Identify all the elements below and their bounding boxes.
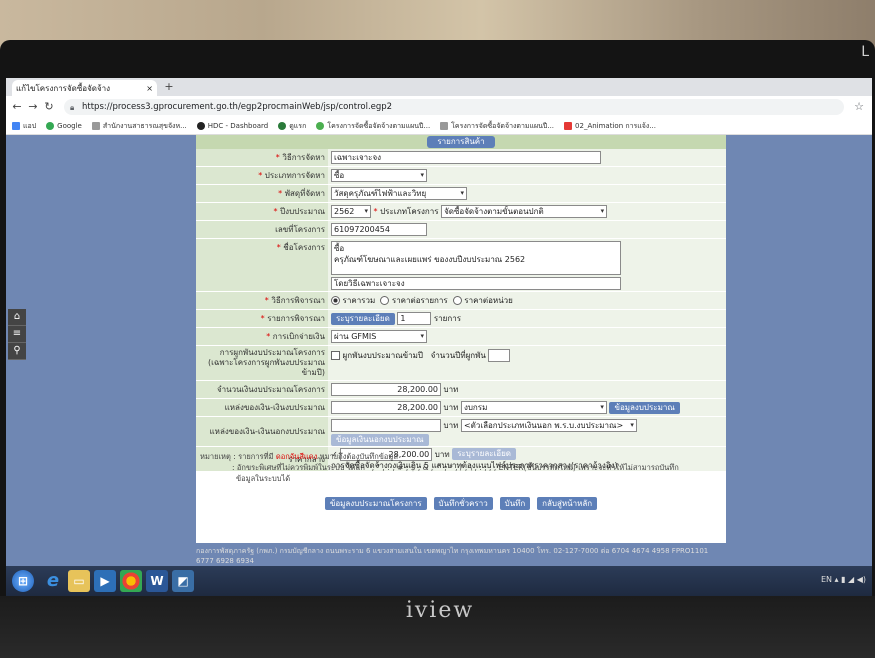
bookmark-animation[interactable]: 02_Animation การแจ้ง... — [564, 121, 656, 132]
source-select[interactable]: งบกรม — [460, 401, 607, 414]
screen: แก้ไขโครงการจัดซื้อจัดจ้าง × + ← → ↻ htt… — [6, 78, 872, 596]
new-tab-icon[interactable]: + — [162, 81, 176, 93]
form-header: รายการสินค้า — [196, 135, 726, 149]
youtube-icon — [564, 122, 573, 130]
consider-item-radio[interactable] — [380, 296, 390, 305]
word-icon[interactable]: W — [146, 570, 168, 592]
project-method-textarea[interactable]: โดยวิธีเฉพาะเจาะจง — [331, 276, 621, 290]
forward-arrow-icon[interactable]: → — [26, 100, 40, 114]
system-tray: EN ▴ ▮ ◢ ◀) — [820, 575, 866, 584]
row-disburse: * การเบิกจ่ายเงิน ผ่าน GFMIS — [196, 327, 726, 346]
source-amount-field[interactable]: 28,200.00 — [331, 401, 441, 414]
offbudget-amount-field[interactable] — [331, 419, 441, 432]
bookmark-health-office[interactable]: สำนักงานสาธารณสุขจังห... — [91, 121, 187, 132]
window-icon[interactable]: ◩ — [172, 570, 194, 592]
bookmark-google[interactable]: Google — [46, 122, 82, 130]
hdc-icon — [196, 122, 205, 130]
bookmark-plan-1[interactable]: โครงการจัดซื้อจัดจ้างตามแผนปี... — [316, 121, 430, 132]
offbudget-select[interactable]: <ตัวเลือกประเภทเงินนอก พ.ร.บ.งบประมาณ> — [460, 419, 637, 432]
back-arrow-icon[interactable]: ← — [10, 100, 24, 114]
page-icon — [91, 122, 100, 130]
start-button-icon[interactable]: ⊞ — [12, 570, 34, 592]
bookmarks-bar: แอป Google สำนักงานสาธารณสุขจังห... HDC … — [6, 118, 872, 135]
address-bar[interactable]: https://process3.gprocurement.go.th/egp2… — [64, 99, 844, 115]
menu-icon[interactable]: ≡ — [8, 326, 26, 343]
project-type-select[interactable]: จัดซื้อจัดจ้างตามขั้นตอนปกติ — [441, 205, 608, 218]
bookmark-first[interactable]: ดูแรก — [278, 121, 306, 132]
bookmark-plan-2[interactable]: โครงการจัดซื้อจัดจ้างตามแผนปี... — [440, 121, 554, 132]
save-button[interactable]: บันทึก — [499, 497, 531, 510]
project-form: รายการสินค้า * วิธีการจัดหา เฉพาะเจาะจง … — [196, 135, 726, 543]
page-footer: กองการพัสดุภาครัฐ (กพภ.) กรมบัญชีกลาง ถน… — [196, 547, 709, 565]
taskbar: ⊞ e ▭ ▶ W ◩ EN ▴ ▮ ◢ ◀) — [6, 566, 872, 596]
product-list-button[interactable]: รายการสินค้า — [427, 136, 495, 148]
offbudget-info-button[interactable]: ข้อมูลเงินนอกงบประมาณ — [331, 434, 429, 446]
close-tab-icon[interactable]: × — [146, 84, 153, 93]
row-project-no: เลขที่โครงการ 61097200454 — [196, 220, 726, 239]
bookmark-hdc[interactable]: HDC - Dashboard — [196, 122, 268, 130]
chrome-icon[interactable] — [120, 570, 142, 592]
address-row: ← → ↻ https://process3.gprocurement.go.t… — [6, 96, 872, 119]
bookmark-apps[interactable]: แอป — [12, 121, 36, 132]
budget-info-button[interactable]: ข้อมูลงบประมาณ — [609, 401, 680, 414]
globe-icon — [278, 122, 287, 130]
page-icon — [440, 122, 449, 130]
internet-explorer-icon[interactable]: e — [42, 570, 64, 592]
home-icon[interactable]: ⌂ — [8, 309, 26, 326]
notes: หมายเหตุ : รายการที่มี ดอกจันสีแดง หมายถ… — [200, 452, 679, 483]
project-type-label: ประเภทโครงการ — [380, 207, 439, 216]
leaf-icon — [316, 122, 325, 130]
side-toolbar: ⌂ ≡ ⚲ — [8, 309, 26, 360]
project-no-field: 61097200454 — [331, 223, 427, 236]
page-area: ⌂ ≡ ⚲ รายการสินค้า * วิธีการจัดหา เฉพาะเ… — [6, 135, 872, 566]
search-icon[interactable]: ⚲ — [8, 343, 26, 360]
row-type: * ประเภทการจัดหา ซื้อ — [196, 166, 726, 185]
media-player-icon[interactable]: ▶ — [94, 570, 116, 592]
browser-tab[interactable]: แก้ไขโครงการจัดซื้อจัดจ้าง × — [12, 80, 157, 96]
row-items: * รายการพิจารณา ระบุรายละเอียด 1 รายการ — [196, 309, 726, 328]
tab-bar: แก้ไขโครงการจัดซื้อจัดจ้าง × + — [6, 78, 872, 96]
row-offbudget: แหล่งของเงิน-เงินนอกงบประมาณ บาท <ตัวเลื… — [196, 416, 726, 447]
project-budget-button[interactable]: ข้อมูลงบประมาณโครงการ — [324, 497, 427, 510]
row-amount: จำนวนเงินงบประมาณโครงการ 28,200.00 บาท — [196, 380, 726, 399]
apps-icon — [12, 122, 20, 130]
method-field[interactable]: เฉพาะเจาะจง — [331, 151, 601, 164]
budget-year-select[interactable]: 2562 — [331, 205, 371, 218]
file-explorer-icon[interactable]: ▭ — [68, 570, 90, 592]
row-commit: การผูกพันงบประมาณโครงการ (เฉพาะโครงการผู… — [196, 345, 726, 381]
consider-unit-radio[interactable] — [452, 296, 462, 305]
bookmark-star-icon[interactable]: ☆ — [854, 100, 864, 113]
disburse-select[interactable]: ผ่าน GFMIS — [331, 330, 427, 343]
procurement-type-select[interactable]: ซื้อ — [331, 169, 427, 182]
row-project-name: * ชื่อโครงการ ซื้อ ครุภัณฑ์โฆษณาและเผยแพ… — [196, 238, 726, 292]
project-name-textarea[interactable]: ซื้อ ครุภัณฑ์โฆษณาและเผยแพร่ ของงบปีงบปร… — [331, 240, 621, 275]
lock-icon: 🔒︎ — [70, 103, 75, 112]
row-consider: * วิธีการพิจารณา ราคารวม ราคาต่อรายการ ร… — [196, 291, 726, 310]
tab-title: แก้ไขโครงการจัดซื้อจัดจ้าง — [16, 83, 111, 93]
consider-total-radio[interactable] — [331, 296, 340, 305]
amount-field[interactable]: 28,200.00 — [331, 383, 441, 396]
row-budget-year: * ปีงบประมาณ 2562 * ประเภทโครงการ จัดซื้… — [196, 202, 726, 221]
commit-checkbox[interactable] — [331, 351, 340, 360]
form-actions: ข้อมูลงบประมาณโครงการ บันทึกชั่วคราว บัน… — [196, 497, 726, 510]
commit-years-field[interactable] — [488, 349, 511, 362]
back-home-button[interactable]: กลับสู่หน้าหลัก — [537, 497, 598, 510]
save-draft-button[interactable]: บันทึกชั่วคราว — [433, 497, 493, 510]
row-source: แหล่งของเงิน-เงินงบประมาณ 28,200.00 บาท … — [196, 398, 726, 417]
supply-select[interactable]: วัสดุครุภัณฑ์ไฟฟ้าและวิทยุ — [331, 187, 467, 200]
row-supply: * พัสดุที่จัดหา วัสดุครุภัณฑ์ไฟฟ้าและวิท… — [196, 184, 726, 203]
reload-icon[interactable]: ↻ — [42, 100, 56, 114]
row-method: * วิธีการจัดหา เฉพาะเจาะจง — [196, 149, 726, 167]
specify-items-button[interactable]: ระบุรายละเอียด — [331, 312, 395, 325]
google-icon — [46, 122, 55, 130]
monitor-corner-label: L — [861, 44, 869, 60]
form-table: * วิธีการจัดหา เฉพาะเจาะจง * ประเภทการจั… — [196, 149, 726, 472]
monitor-brand-logo: iview — [405, 598, 475, 623]
items-count-field[interactable]: 1 — [397, 312, 432, 325]
